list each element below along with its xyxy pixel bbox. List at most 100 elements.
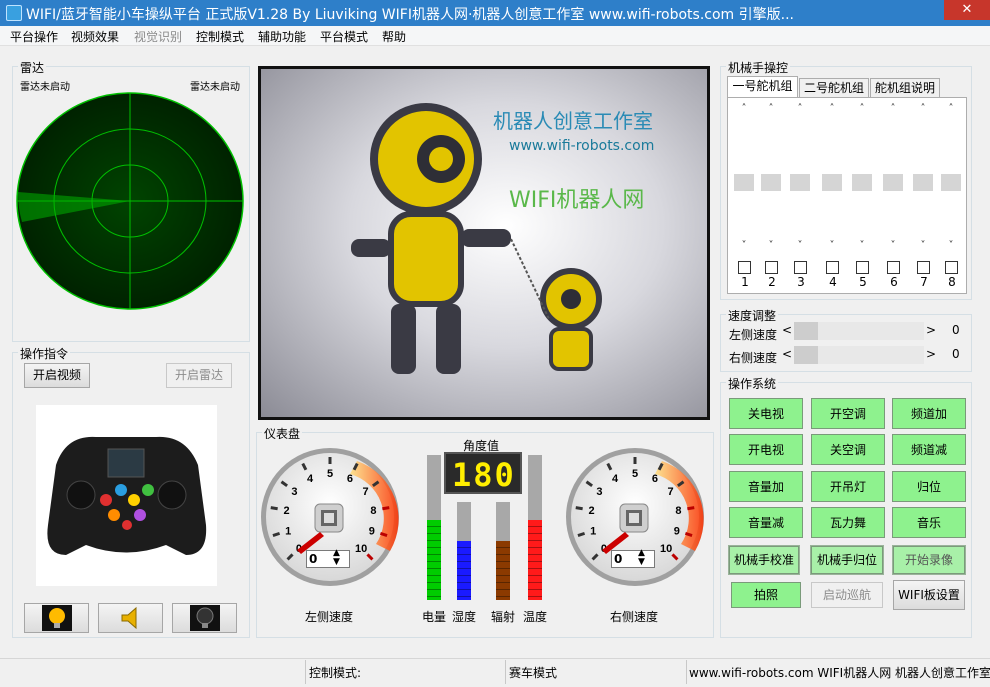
servo-checkbox[interactable] <box>826 261 839 274</box>
ops-button[interactable]: 音量减 <box>729 507 803 538</box>
gauge-tick-label: 10 <box>355 543 367 555</box>
servo-down-icon[interactable]: ˅ <box>941 240 961 251</box>
watermark-url: www.wifi-robots.com <box>509 138 655 154</box>
servo-down-icon[interactable]: ˅ <box>761 240 781 251</box>
spinner-arrows-icon[interactable]: ▲ ▼ <box>333 549 340 567</box>
servo-slider-thumb[interactable] <box>941 174 961 191</box>
ops-button[interactable]: 归位 <box>892 471 966 502</box>
level-bar <box>457 502 471 600</box>
servo-slider-thumb[interactable] <box>913 174 933 191</box>
servo-label: 4 <box>829 275 837 289</box>
menu-platform-ops[interactable]: 平台操作 <box>10 28 58 45</box>
tab-servo-group-2[interactable]: 二号舵机组 <box>799 78 869 98</box>
ops-button[interactable]: 频道加 <box>892 398 966 429</box>
ops-button[interactable]: 关空调 <box>811 434 885 465</box>
left-speed-prev-icon[interactable]: < <box>782 323 792 337</box>
servo-slider-thumb[interactable] <box>761 174 781 191</box>
menu-help[interactable]: 帮助 <box>382 28 406 45</box>
menu-platform-mode[interactable]: 平台模式 <box>320 28 368 45</box>
spinner-arrows-icon[interactable]: ▲ ▼ <box>638 549 645 567</box>
ops-button[interactable]: 关电视 <box>729 398 803 429</box>
servo-label: 8 <box>948 275 956 289</box>
servo-slider-thumb[interactable] <box>822 174 842 191</box>
servo-down-icon[interactable]: ˅ <box>883 240 903 251</box>
gauge-tick <box>379 531 388 537</box>
gauge-tick-label: 2 <box>588 505 594 517</box>
servo-down-icon[interactable]: ˅ <box>790 240 810 251</box>
wifi-settings-button[interactable]: WIFI板设置 <box>893 580 965 610</box>
servo-down-icon[interactable]: ˅ <box>734 240 754 251</box>
ops-button[interactable]: 音量加 <box>729 471 803 502</box>
start-record-button[interactable]: 开始录像 <box>892 545 966 575</box>
menu-control-mode[interactable]: 控制模式 <box>196 28 244 45</box>
servo-up-icon[interactable]: ˄ <box>913 103 933 114</box>
menu-assist[interactable]: 辅助功能 <box>258 28 306 45</box>
tab-servo-help[interactable]: 舵机组说明 <box>870 78 940 98</box>
servo-slider-thumb[interactable] <box>883 174 903 191</box>
servo-checkbox[interactable] <box>765 261 778 274</box>
servo-checkbox[interactable] <box>887 261 900 274</box>
servo-checkbox[interactable] <box>856 261 869 274</box>
arm-calibrate-button[interactable]: 机械手校准 <box>728 545 800 575</box>
left-speed-spinner[interactable]: 0 ▲ ▼ <box>306 549 350 568</box>
ops-button[interactable]: 开空调 <box>811 398 885 429</box>
servo-checkbox[interactable] <box>945 261 958 274</box>
window-title: WIFI/蓝牙智能小车操纵平台 正式版V1.28 By Liuviking WI… <box>26 7 794 23</box>
servo-up-icon[interactable]: ˄ <box>941 103 961 114</box>
status-footer: www.wifi-robots.com WIFI机器人网 机器人创意工作室 <box>689 666 990 680</box>
left-speed-slider[interactable] <box>794 322 924 340</box>
menu-bar: 平台操作 视频效果 视觉识别 控制模式 辅助功能 平台模式 帮助 <box>0 26 990 46</box>
ops-button[interactable]: 开电视 <box>729 434 803 465</box>
menu-vision[interactable]: 视觉识别 <box>134 28 182 45</box>
level-bar-label: 辐射 <box>491 610 516 624</box>
speaker-button[interactable] <box>98 603 163 633</box>
ops-button[interactable]: 音乐 <box>892 507 966 538</box>
open-radar-button[interactable]: 开启雷达 <box>166 363 232 388</box>
ops-button[interactable]: 频道减 <box>892 434 966 465</box>
servo-panel <box>727 97 967 294</box>
light-on-icon <box>41 605 72 631</box>
servo-down-icon[interactable]: ˅ <box>852 240 872 251</box>
gauge-tick-label: 7 <box>363 486 369 498</box>
right-speed-slider[interactable] <box>794 346 924 364</box>
watermark-brand: WIFI机器人网 <box>509 188 645 213</box>
left-speed-value: 0 <box>952 323 960 337</box>
left-speed-thumb[interactable] <box>794 322 818 340</box>
video-view[interactable]: 机器人创意工作室 www.wifi-robots.com WIFI机器人网 <box>258 66 710 420</box>
servo-up-icon[interactable]: ˄ <box>852 103 872 114</box>
right-speed-spinner[interactable]: 0 ▲ ▼ <box>611 549 655 568</box>
light-on-button[interactable] <box>24 603 89 633</box>
right-speed-thumb[interactable] <box>794 346 818 364</box>
ops-button[interactable]: 开吊灯 <box>811 471 885 502</box>
open-video-button[interactable]: 开启视频 <box>24 363 90 388</box>
gauge-tick-label: 3 <box>291 486 297 498</box>
servo-checkbox[interactable] <box>917 261 930 274</box>
servo-checkbox[interactable] <box>738 261 751 274</box>
servo-slider-thumb[interactable] <box>734 174 754 191</box>
right-speed-next-icon[interactable]: > <box>926 347 936 361</box>
tab-servo-group-1[interactable]: 一号舵机组 <box>727 76 798 98</box>
close-button[interactable]: ✕ <box>944 0 990 20</box>
arm-home-button[interactable]: 机械手归位 <box>810 545 884 575</box>
servo-up-icon[interactable]: ˄ <box>822 103 842 114</box>
servo-checkbox[interactable] <box>794 261 807 274</box>
servo-up-icon[interactable]: ˄ <box>734 103 754 114</box>
photo-button[interactable]: 拍照 <box>731 582 801 608</box>
app-icon <box>6 5 22 21</box>
servo-slider-thumb[interactable] <box>790 174 810 191</box>
servo-label: 6 <box>890 275 898 289</box>
left-speed-next-icon[interactable]: > <box>926 323 936 337</box>
servo-up-icon[interactable]: ˄ <box>790 103 810 114</box>
auto-cruise-button[interactable]: 启动巡航 <box>811 582 883 608</box>
menu-video-effects[interactable]: 视频效果 <box>71 28 119 45</box>
servo-up-icon[interactable]: ˄ <box>883 103 903 114</box>
ops-button[interactable]: 瓦力舞 <box>811 507 885 538</box>
steering-wheel-image[interactable] <box>36 405 217 586</box>
servo-up-icon[interactable]: ˄ <box>761 103 781 114</box>
right-speed-prev-icon[interactable]: < <box>782 347 792 361</box>
servo-down-icon[interactable]: ˅ <box>913 240 933 251</box>
radar-left-status: 雷达未启动 <box>20 82 70 93</box>
servo-slider-thumb[interactable] <box>852 174 872 191</box>
light-off-button[interactable] <box>172 603 237 633</box>
servo-down-icon[interactable]: ˅ <box>822 240 842 251</box>
